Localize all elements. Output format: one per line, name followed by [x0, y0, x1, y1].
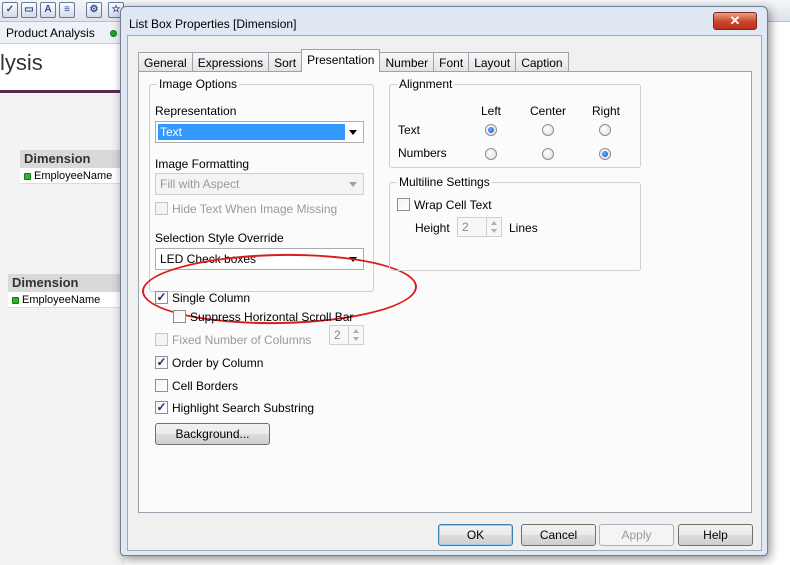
wrap-cell-text-checkbox[interactable]: [397, 198, 410, 211]
dialog-title: List Box Properties [Dimension]: [129, 17, 297, 31]
tab-presentation[interactable]: Presentation: [301, 49, 381, 72]
single-column-checkbox[interactable]: ✓: [155, 290, 168, 304]
apply-button[interactable]: Apply: [599, 524, 674, 546]
listbox-item-label: EmployeeName: [22, 294, 101, 306]
height-label: Height: [415, 221, 450, 235]
selection-style-select[interactable]: LED Check boxes: [155, 248, 364, 270]
image-formatting-select[interactable]: Fill with Aspect: [155, 173, 364, 195]
alignment-col-center: Center: [530, 104, 567, 118]
tab-general[interactable]: General: [138, 52, 193, 72]
tab-caption[interactable]: Caption: [515, 52, 569, 72]
chevron-down-icon: [349, 130, 357, 135]
arrow-down-icon: [491, 229, 497, 233]
help-button[interactable]: Help: [678, 524, 753, 546]
representation-value: Text: [160, 125, 183, 139]
numbers-align-right-radio[interactable]: [599, 148, 611, 160]
checkmark-icon: ✓: [156, 290, 167, 304]
checkmark-icon: ✓: [156, 355, 167, 369]
arrow-up-icon: [491, 221, 497, 225]
cell-borders-checkbox[interactable]: [155, 379, 168, 392]
lines-label: Lines: [509, 221, 538, 235]
selection-style-value: LED Check boxes: [160, 252, 257, 266]
presentation-tab-page: Image Options Representation Text Image …: [138, 71, 752, 513]
text-align-center-radio[interactable]: [542, 124, 554, 136]
numbers-align-center-radio[interactable]: [542, 148, 554, 160]
suppress-scroll-checkbox[interactable]: [173, 310, 186, 323]
led-checkbox-icon: [12, 296, 19, 304]
tab-sort[interactable]: Sort: [268, 52, 303, 72]
checkmark-icon: ✓: [156, 400, 167, 414]
order-by-column-checkbox[interactable]: ✓: [155, 355, 168, 369]
tab-number[interactable]: Number: [379, 52, 435, 72]
tab-strip: General Expressions Sort Presentation Nu…: [138, 49, 569, 72]
arrow-up-icon: [353, 329, 359, 333]
selection-style-label: Selection Style Override: [155, 231, 284, 245]
hide-text-label: Hide Text When Image Missing: [172, 202, 338, 216]
multiline-legend: Multiline Settings: [397, 175, 492, 189]
chevron-down-icon: [349, 257, 357, 262]
toolbar-text-icon[interactable]: A: [40, 2, 56, 18]
arrow-down-icon: [353, 337, 359, 341]
image-formatting-label: Image Formatting: [155, 157, 250, 171]
image-formatting-value: Fill with Aspect: [160, 177, 240, 191]
sheet-tab-product-analysis[interactable]: Product Analysis: [6, 26, 95, 40]
listbox-title: Dimension: [8, 274, 123, 292]
chevron-down-icon: [349, 182, 357, 187]
representation-selection-highlight: Text: [158, 124, 345, 140]
alignment-col-right: Right: [592, 104, 621, 118]
highlight-search-checkbox[interactable]: ✓: [155, 400, 168, 414]
stepper-buttons[interactable]: [486, 218, 501, 236]
led-checkbox-icon: [24, 172, 31, 180]
representation-select[interactable]: Text: [155, 121, 364, 143]
highlight-search-label: Highlight Search Substring: [172, 401, 315, 415]
alignment-legend: Alignment: [397, 77, 455, 91]
text-align-right-radio[interactable]: [599, 124, 611, 136]
tab-layout[interactable]: Layout: [468, 52, 517, 72]
listbox-dimension-2[interactable]: Dimension EmployeeName: [8, 274, 123, 308]
background-button[interactable]: Background...: [155, 423, 270, 445]
height-value: 2: [462, 220, 469, 234]
close-icon[interactable]: ✕: [713, 12, 757, 30]
stepper-buttons[interactable]: [348, 326, 363, 344]
fixed-columns-label: Fixed Number of Columns: [172, 333, 312, 347]
text-align-left-radio[interactable]: [485, 124, 497, 136]
fixed-columns-stepper[interactable]: 2: [329, 325, 364, 345]
numbers-align-left-radio[interactable]: [485, 148, 497, 160]
radio-selected-icon: [602, 151, 608, 157]
cell-borders-label: Cell Borders: [172, 379, 239, 393]
single-column-label: Single Column: [172, 291, 251, 305]
representation-label: Representation: [155, 104, 237, 118]
numbers-alignment-label: Numbers: [398, 146, 447, 160]
list-box-properties-dialog: List Box Properties [Dimension] ✕ Genera…: [120, 6, 768, 556]
sheet-status-icon: [110, 30, 117, 37]
toolbar-list-icon[interactable]: ≡: [59, 2, 75, 18]
toolbar-window-icon[interactable]: ▭: [21, 2, 37, 18]
toolbar-check-icon[interactable]: ✓: [2, 2, 18, 18]
height-stepper[interactable]: 2: [457, 217, 502, 237]
text-alignment-label: Text: [398, 123, 421, 137]
fixed-columns-value: 2: [334, 328, 341, 342]
tab-font[interactable]: Font: [433, 52, 470, 72]
dialog-body: General Expressions Sort Presentation Nu…: [127, 35, 762, 551]
suppress-scroll-label: Suppress Horizontal Scroll Bar: [190, 310, 354, 324]
listbox-item[interactable]: EmployeeName: [8, 292, 123, 308]
image-options-legend: Image Options: [157, 77, 240, 91]
hide-text-checkbox[interactable]: [155, 202, 168, 215]
ok-button[interactable]: OK: [438, 524, 513, 546]
listbox-item-label: EmployeeName: [34, 170, 113, 182]
sheet-tab-bar: Product Analysis: [0, 22, 130, 44]
sheet-title: lysis: [0, 50, 43, 75]
order-by-column-label: Order by Column: [172, 356, 264, 370]
cancel-button[interactable]: Cancel: [521, 524, 596, 546]
wrap-cell-text-label: Wrap Cell Text: [414, 198, 492, 212]
tab-expressions[interactable]: Expressions: [191, 52, 270, 72]
alignment-col-left: Left: [481, 104, 502, 118]
radio-selected-icon: [488, 127, 494, 133]
toolbar-gear-icon[interactable]: ⚙: [86, 2, 102, 18]
fixed-columns-checkbox[interactable]: [155, 333, 168, 346]
